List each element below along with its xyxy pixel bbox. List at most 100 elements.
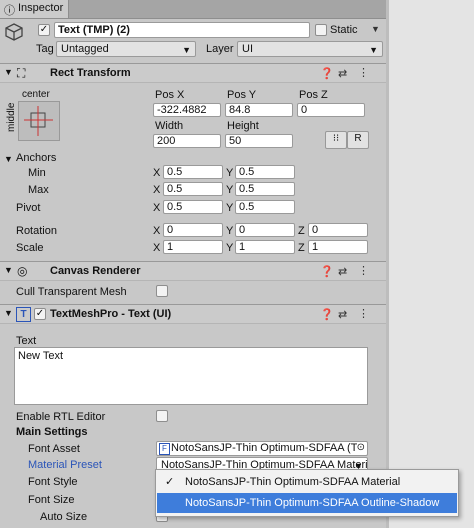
rot-y-axis-label: Y [226,225,234,237]
pivot-label: Pivot [16,202,41,214]
expand-arrow-icon[interactable]: ▼ [4,265,13,275]
layer-value: UI [242,43,253,55]
rtl-editor-checkbox[interactable] [156,410,168,422]
scale-x-axis-label: X [153,242,161,254]
max-label: Max [28,184,49,196]
pivot-y-field[interactable]: 0.5 [235,200,295,214]
chevron-down-icon: ▼ [182,45,191,55]
rot-x-axis-label: X [153,225,161,237]
min-x-axis-label: X [153,167,161,179]
text-label: Text [16,335,37,347]
canvas-renderer-header[interactable]: ▼ ◎ Canvas Renderer ❓ ⇄ ⋮ [0,261,386,281]
help-icon[interactable]: ❓ [320,67,334,80]
menu-item-material[interactable]: ✓ NotoSansJP-Thin Optimum-SDFAA Material [157,472,457,492]
textmeshpro-icon: T [16,307,31,322]
anchor-v-label: middle [6,102,17,132]
height-field[interactable]: 50 [225,134,293,148]
rtl-editor-label: Enable RTL Editor [16,411,106,423]
preset-icon[interactable]: ⇄ [338,67,347,80]
object-picker-icon[interactable]: ⊙ [356,442,365,454]
font-asset-value: NotoSansJP-Thin Optimum-SDFAA (TI [171,442,361,454]
preset-icon[interactable]: ⇄ [338,308,347,321]
checkmark-icon: ✓ [165,476,175,488]
help-icon[interactable]: ❓ [320,308,334,321]
anchors-label: Anchors [16,152,57,164]
right-empty-area [386,0,474,528]
font-asset-icon: F [159,443,170,455]
height-header: Height [227,120,259,132]
font-asset-field[interactable]: F NotoSansJP-Thin Optimum-SDFAA (TI ⊙ [156,441,368,456]
pivot-x-field[interactable]: 0.5 [163,200,223,214]
font-asset-label: Font Asset [28,443,80,455]
layer-label: Layer [206,43,234,55]
rot-y-field[interactable]: 0 [235,223,295,237]
more-options-icon[interactable]: ⋮ [358,307,369,320]
textmeshpro-header[interactable]: ▼ T ✓ TextMeshPro - Text (UI) ❓ ⇄ ⋮ [0,304,386,324]
material-preset-menu: ✓ NotoSansJP-Thin Optimum-SDFAA Material… [155,469,459,517]
rect-transform-header[interactable]: ▼ ⛶ Rect Transform ❓ ⇄ ⋮ [0,63,386,83]
scale-label: Scale [16,242,44,254]
cube-icon [4,22,24,42]
anchors-expand-icon[interactable]: ▼ [4,154,13,164]
menu-item-outline-shadow[interactable]: NotoSansJP-Thin Optimum-SDFAA Outline-Sh… [157,493,457,513]
pos-x-field[interactable]: -322.4882 [153,103,221,117]
tab-inspector[interactable]: ⓘ Inspector [0,0,69,18]
scale-z-field[interactable]: 1 [308,240,368,254]
pos-z-header: Pos Z [299,89,328,101]
blueprint-icon: ⁝⁝ [332,133,340,144]
scrollbar[interactable] [386,0,389,528]
main-settings-label: Main Settings [16,426,88,438]
auto-size-label: Auto Size [40,511,88,523]
expand-arrow-icon[interactable]: ▼ [4,308,13,318]
rot-x-field[interactable]: 0 [163,223,223,237]
min-label: Min [28,167,46,179]
more-options-icon[interactable]: ⋮ [358,264,369,277]
cull-transparent-checkbox[interactable] [156,285,168,297]
chevron-down-icon: ▼ [369,45,378,55]
max-x-field[interactable]: 0.5 [163,182,223,196]
preset-icon[interactable]: ⇄ [338,265,347,278]
help-icon[interactable]: ❓ [320,265,334,278]
pos-y-field[interactable]: 84.8 [225,103,293,117]
text-area[interactable]: New Text [14,347,368,405]
object-name-field[interactable]: Text (TMP) (2) [54,22,310,38]
tag-dropdown[interactable]: Untagged ▼ [56,41,196,57]
expand-arrow-icon[interactable]: ▼ [4,67,13,77]
width-header: Width [155,120,184,132]
textmeshpro-enabled-checkbox[interactable]: ✓ [34,308,46,320]
raw-edit-button[interactable]: R [347,131,369,149]
layer-dropdown[interactable]: UI ▼ [237,41,383,57]
scale-z-axis-label: Z [298,242,305,254]
material-preset-label: Material Preset [28,459,102,471]
rect-transform-title: Rect Transform [50,67,131,79]
rot-z-field[interactable]: 0 [308,223,368,237]
pos-z-field[interactable]: 0 [297,103,365,117]
rect-transform-icon: ⛶ [17,66,26,80]
more-options-icon[interactable]: ⋮ [358,66,369,79]
pos-y-header: Pos Y [227,89,257,101]
static-label: Static [330,24,358,36]
scale-x-field[interactable]: 1 [163,240,223,254]
min-y-field[interactable]: 0.5 [235,165,295,179]
active-checkbox[interactable]: ✓ [38,24,50,36]
raw-edit-label: R [354,133,362,144]
max-y-field[interactable]: 0.5 [235,182,295,196]
canvas-renderer-icon: ◎ [17,264,28,278]
blueprint-mode-button[interactable]: ⁝⁝ [325,131,347,149]
pivot-y-axis-label: Y [226,202,234,214]
min-y-axis-label: Y [226,167,234,179]
font-size-label: Font Size [28,494,75,506]
tag-value: Untagged [61,43,109,55]
static-dropdown-arrow-icon[interactable]: ▼ [371,24,380,34]
width-field[interactable]: 200 [153,134,221,148]
tag-label: Tag [36,43,54,55]
rotation-label: Rotation [16,225,57,237]
scale-y-axis-label: Y [226,242,234,254]
scale-y-field[interactable]: 1 [235,240,295,254]
anchor-presets-button[interactable] [18,101,60,141]
textmeshpro-title: TextMeshPro - Text (UI) [50,308,172,320]
min-x-field[interactable]: 0.5 [163,165,223,179]
max-x-axis-label: X [153,184,161,196]
static-checkbox[interactable] [315,24,327,36]
inspector-panel: ⓘ Inspector ✓ Text (TMP) (2) Static ▼ Ta… [0,0,386,528]
